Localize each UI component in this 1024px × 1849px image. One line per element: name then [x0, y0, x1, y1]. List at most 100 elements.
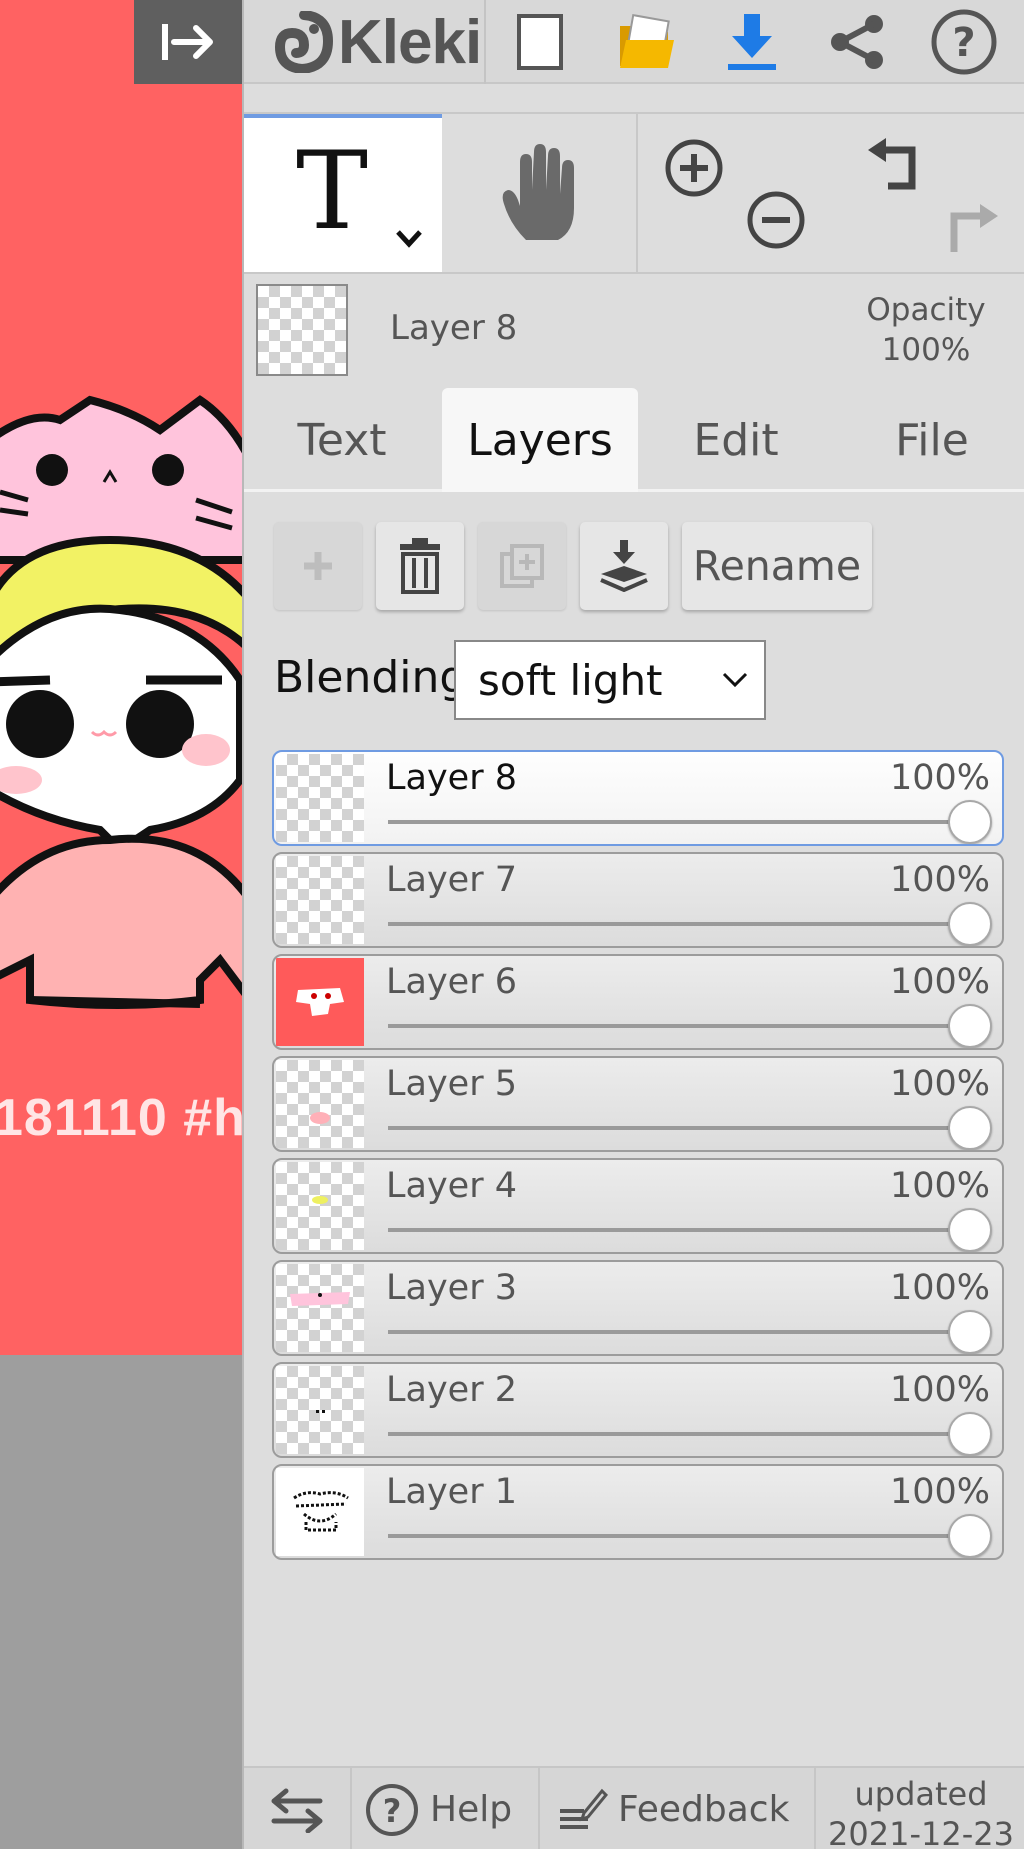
opacity-slider-handle[interactable]: [948, 1106, 992, 1150]
cartoon-drawing: [0, 395, 242, 1009]
layer-1-preview: [293, 1491, 349, 1532]
layer-name: Layer 3: [386, 1268, 517, 1308]
layer-4-preview: [312, 1196, 328, 1204]
undo-icon[interactable]: [864, 136, 924, 196]
opacity-slider-track[interactable]: [388, 820, 978, 824]
opacity-slider-track[interactable]: [388, 922, 978, 926]
footer: ? Help Feedback updated 2021-12-23: [244, 1766, 1024, 1849]
swap-side-button[interactable]: [244, 1768, 352, 1849]
updated-date: 2021-12-23: [828, 1815, 1014, 1849]
add-layer-button[interactable]: [274, 522, 362, 610]
layer-opacity: 100%: [889, 1268, 990, 1308]
layer-6-preview: [296, 988, 344, 1016]
layer-5-preview: [310, 1112, 330, 1124]
opacity-slider-track[interactable]: [388, 1126, 978, 1130]
canvas-area[interactable]: 181110 #h: [0, 0, 242, 1849]
layer-row[interactable]: Layer 1 100%: [272, 1464, 1004, 1560]
layer-name: Layer 8: [386, 758, 517, 798]
redo-icon[interactable]: [942, 196, 1002, 256]
current-layer-info: Layer 8 Opacity 100%: [244, 272, 1024, 384]
opacity-slider-track[interactable]: [388, 1330, 978, 1334]
canvas-caption: 181110 #h: [0, 1089, 242, 1147]
text-tool-button[interactable]: T: [244, 114, 442, 274]
help-button[interactable]: ?: [914, 0, 1014, 84]
layer-opacity: 100%: [889, 1370, 990, 1410]
svg-text:?: ?: [383, 1792, 402, 1830]
blending-value: soft light: [478, 655, 663, 705]
divider: [484, 0, 486, 84]
layer-row[interactable]: Layer 8 100%: [272, 750, 1004, 846]
updated-info: updated 2021-12-23: [816, 1768, 1024, 1849]
layer-name: Layer 7: [386, 860, 517, 900]
rename-layer-button[interactable]: Rename: [682, 522, 872, 610]
top-toolbar: Kleki ?: [244, 0, 1024, 84]
current-layer-opacity: Opacity 100%: [846, 290, 1006, 370]
opacity-slider-handle[interactable]: [948, 1310, 992, 1354]
merge-down-button[interactable]: [580, 522, 668, 610]
layer-thumbnail: [276, 856, 364, 944]
layer-name: Layer 1: [386, 1472, 517, 1512]
side-panel: Kleki ? T Layer 8 Opacity 100% Text Laye…: [242, 0, 1024, 1849]
duplicate-layer-button[interactable]: [478, 522, 566, 610]
tab-layers[interactable]: Layers: [442, 388, 638, 492]
layer-name: Layer 2: [386, 1370, 517, 1410]
opacity-slider-handle[interactable]: [948, 1412, 992, 1456]
svg-text:?: ?: [952, 20, 975, 66]
help-link[interactable]: ? Help: [352, 1768, 540, 1849]
blending-select[interactable]: soft light: [454, 640, 766, 720]
logo[interactable]: Kleki: [274, 0, 482, 84]
opacity-slider-handle[interactable]: [948, 800, 992, 844]
swap-arrows-icon: [271, 1788, 323, 1833]
panel-tabs: Text Layers Edit File: [244, 384, 1024, 492]
opacity-slider-handle[interactable]: [948, 1514, 992, 1558]
layer-thumbnail: [276, 1468, 364, 1556]
layer-thumbnail: [276, 754, 364, 842]
share-button[interactable]: [808, 0, 908, 84]
layer-row[interactable]: Layer 6 100%: [272, 954, 1004, 1050]
layer-opacity: 100%: [889, 1166, 990, 1206]
layer-thumbnail: [276, 1162, 364, 1250]
layer-thumbnail: [276, 1366, 364, 1454]
tab-text[interactable]: Text: [244, 388, 440, 492]
zoom-out-icon[interactable]: [746, 190, 806, 250]
duplicate-icon: [500, 544, 544, 588]
layer-name: Layer 4: [386, 1166, 517, 1206]
feedback-link[interactable]: Feedback: [540, 1768, 816, 1849]
current-layer-name: Layer 8: [390, 308, 518, 348]
open-button[interactable]: [596, 0, 696, 84]
hand-icon: [502, 144, 574, 240]
canvas-image[interactable]: 181110 #h: [0, 0, 242, 1355]
chevron-down-icon[interactable]: [394, 228, 424, 250]
opacity-slider-track[interactable]: [388, 1432, 978, 1436]
share-icon: [831, 15, 883, 69]
merge-down-icon: [600, 540, 648, 592]
chevron-down-icon: [722, 672, 748, 688]
new-image-button[interactable]: [490, 0, 590, 84]
collapse-panel-icon: [162, 24, 213, 60]
logo-text: Kleki: [338, 7, 482, 77]
zoom-in-icon[interactable]: [664, 138, 724, 198]
layer-row[interactable]: Layer 3 100%: [272, 1260, 1004, 1356]
layers-panel: Rename Blending soft light Layer 8 100%: [244, 492, 1024, 1762]
opacity-slider-track[interactable]: [388, 1228, 978, 1232]
tab-file[interactable]: File: [834, 388, 1024, 492]
delete-layer-button[interactable]: [376, 522, 464, 610]
layer-row[interactable]: Layer 5 100%: [272, 1056, 1004, 1152]
opacity-slider-track[interactable]: [388, 1534, 978, 1538]
app-root: 181110 #h Kleki ? T Layer 8 Opacity 100%…: [0, 0, 1024, 1849]
layer-thumbnail: [276, 1060, 364, 1148]
layer-row[interactable]: Layer 4 100%: [272, 1158, 1004, 1254]
opacity-slider-handle[interactable]: [948, 1004, 992, 1048]
opacity-label: Opacity: [866, 292, 986, 328]
opacity-slider-handle[interactable]: [948, 902, 992, 946]
download-button[interactable]: [702, 0, 802, 84]
opacity-slider-track[interactable]: [388, 1024, 978, 1028]
opacity-slider-handle[interactable]: [948, 1208, 992, 1252]
layer-row[interactable]: Layer 2 100%: [272, 1362, 1004, 1458]
tab-edit[interactable]: Edit: [638, 388, 834, 492]
collapse-panel-button[interactable]: [134, 0, 242, 84]
hand-tool-button[interactable]: [442, 114, 638, 274]
layer-row[interactable]: Layer 7 100%: [272, 852, 1004, 948]
current-layer-thumbnail: [256, 284, 348, 376]
download-icon: [728, 14, 776, 70]
